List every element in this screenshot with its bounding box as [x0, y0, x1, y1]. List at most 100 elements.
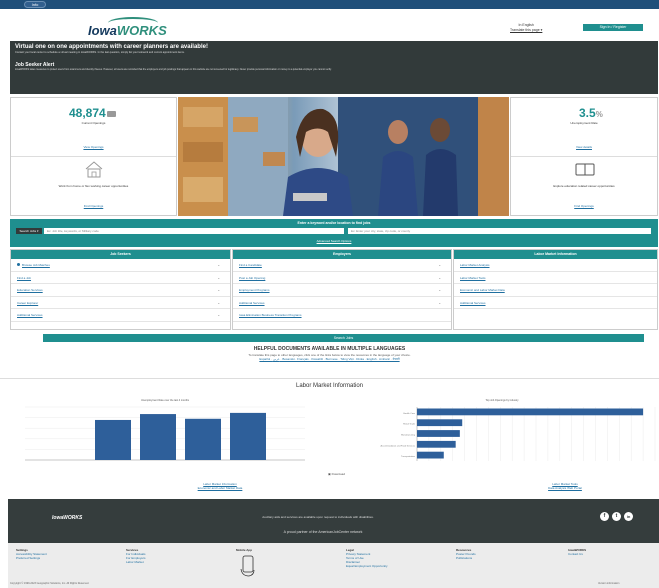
- column-link[interactable]: Find a Job ⌄: [11, 272, 230, 284]
- house-icon: [84, 161, 104, 178]
- chevron-down-icon: ⌄: [217, 275, 220, 280]
- chart-bar: [185, 418, 221, 460]
- category-label: Accommodation and Food Services: [380, 444, 415, 447]
- column-link[interactable]: Economic and Labor Market Data: [454, 284, 657, 297]
- language-links[interactable]: Español · عربي · Bosanski · Français · K…: [0, 357, 659, 362]
- unemployment-details-link[interactable]: View details: [511, 145, 657, 149]
- labor-market-column: Labor Market Information Labor Market An…: [453, 249, 658, 330]
- category-label: Manufacturing: [401, 434, 416, 437]
- helpful-documents-section: HELPFUL DOCUMENTS AVAILABLE IN MULTIPLE …: [0, 346, 659, 362]
- download-link[interactable]: ▣ Download: [328, 472, 345, 476]
- footer-col-settings: Settings Accessibility Statement Preferr…: [16, 548, 47, 560]
- chart-bar: [230, 412, 266, 460]
- column-link[interactable]: Additional Services ⌄: [233, 297, 451, 309]
- column-link[interactable]: Education Services ⌄: [11, 284, 230, 297]
- footer-col-mobile: Mobile App: [236, 548, 256, 578]
- column-link[interactable]: Additional Services ⌄: [11, 309, 230, 322]
- chevron-down-icon: ⌄: [217, 263, 220, 267]
- column-link[interactable]: Browse Job Matches ⌄: [11, 259, 230, 272]
- lmi-title: Labor Market Information: [295, 383, 364, 389]
- search-title: Enter a keyword and/or location to find …: [297, 221, 371, 225]
- site-logo[interactable]: IowaWORKS: [88, 23, 167, 38]
- chart-title: Unemployment Rate over the last 4 months: [141, 399, 190, 402]
- employers-column: Employers Find a Candidate ⌄ Post a Job O…: [232, 249, 452, 330]
- divider: [11, 156, 176, 157]
- footer-logo[interactable]: IowaWORKS: [52, 515, 82, 521]
- category-label: Retail Trade: [403, 423, 416, 426]
- left-stats-panel: 48,874 Current Openings View Openings Wo…: [10, 97, 177, 216]
- footer-link[interactable]: Labor Market: [126, 560, 146, 564]
- chart1-links: Labor Market Information Economic and La…: [180, 482, 260, 490]
- category-label: Transportation: [401, 455, 416, 458]
- chevron-down-icon: ⌄: [217, 313, 220, 317]
- right-stats-panel: 3.5% Unemployment Rate View details Expl…: [510, 97, 658, 216]
- unemployment-chart: Unemployment Rate over the last 4 months: [25, 399, 305, 461]
- chevron-down-icon: ⌄: [438, 263, 441, 267]
- facebook-icon[interactable]: f: [600, 512, 609, 521]
- data-portal-link[interactable]: Data Analysis Web Portal: [525, 486, 605, 490]
- search-type-dropdown[interactable]: Search Jobs ▾: [16, 228, 42, 234]
- category-label: Health Care: [403, 412, 415, 415]
- version-info[interactable]: Version information: [598, 582, 619, 585]
- language-selector[interactable]: In English Translate this page ▾: [510, 23, 542, 33]
- translate-link[interactable]: Translate this page ▾: [510, 28, 542, 33]
- footer-accessibility-text: Auxiliary aids and services are availabl…: [262, 515, 374, 519]
- logo-text-iowa: Iowa: [88, 23, 117, 38]
- sub-footer: Settings Accessibility Statement Preferr…: [8, 543, 659, 588]
- radio-icon: [17, 263, 20, 266]
- chart-bar: [140, 414, 176, 460]
- linkedin-icon[interactable]: in: [624, 512, 633, 521]
- column-link[interactable]: Employment Programs ⌄: [233, 284, 451, 297]
- search-jobs-button[interactable]: Search Jobs: [43, 334, 644, 342]
- chart-bar: [417, 451, 444, 459]
- chart-title: Top Job Openings by Industry: [485, 399, 519, 402]
- work-from-home-text: Work from home or flex working career op…: [58, 184, 129, 188]
- column-link[interactable]: Find a Candidate ⌄: [233, 259, 451, 272]
- chart-bar: [417, 419, 463, 427]
- job-search-bar: Enter a keyword and/or location to find …: [10, 219, 658, 247]
- sign-in-button[interactable]: Sign In / Register: [583, 24, 643, 31]
- location-input[interactable]: Ex: Enter your city, state, zip code, or…: [348, 228, 651, 234]
- column-title: Job Seekers: [11, 250, 230, 259]
- alert-banner: Virtual one on one appointments with car…: [10, 41, 658, 94]
- education-openings-link[interactable]: Find Openings: [511, 204, 657, 208]
- chart-bar: [95, 419, 131, 460]
- percent-icon: %: [595, 110, 603, 119]
- footer-col-legal: Legal Privacy Statement Terms of Use Dis…: [346, 548, 388, 568]
- column-link[interactable]: Labor Market Analysis: [454, 259, 657, 272]
- view-openings-link[interactable]: View Openings: [11, 145, 176, 149]
- chevron-down-icon: ⌄: [438, 275, 441, 280]
- hand-phone-icon[interactable]: [240, 555, 256, 578]
- column-link[interactable]: Labor Market Tools: [454, 272, 657, 284]
- education-text: Explore education related career opportu…: [553, 184, 615, 188]
- chevron-down-icon: ⌄: [438, 288, 441, 292]
- footer: IowaWORKS Auxiliary aids and services ar…: [8, 499, 659, 543]
- chart-bar: [417, 430, 460, 437]
- column-link[interactable]: Post a Job Opening ⌄: [233, 272, 451, 284]
- column-link[interactable]: Additional Services: [454, 297, 657, 309]
- footer-link[interactable]: Publications: [456, 556, 476, 560]
- advanced-search-link[interactable]: Advanced Search Options: [10, 239, 658, 243]
- chevron-down-icon: ⌄: [438, 300, 441, 305]
- footer-link[interactable]: Contact Us: [568, 552, 586, 556]
- column-link[interactable]: Iowa Elimination Business Transition Pro…: [233, 309, 451, 322]
- column-link[interactable]: Career Explorer ⌄: [11, 297, 230, 309]
- footer-col-resources: Resources Poster Pounds Publications: [456, 548, 476, 560]
- find-openings-link[interactable]: Find Openings: [11, 204, 176, 208]
- twitter-icon[interactable]: t: [612, 512, 621, 521]
- economic-data-link[interactable]: Economic and Labor Market Data: [180, 486, 260, 490]
- keyword-input[interactable]: Ex: Job title, keywords, or Military cod…: [44, 228, 344, 234]
- industry-openings-chart: Top Job Openings by Industry Health Care R…: [380, 399, 656, 461]
- alert-text: Contact your local center to schedule a …: [15, 51, 185, 54]
- unemployment-label: Unemployment Rate: [570, 121, 598, 125]
- book-icon: [575, 162, 595, 177]
- footer-link[interactable]: Preferred Settings: [16, 556, 47, 560]
- job-seeker-alert-text: IowaWORKS takes measures to protect user…: [15, 68, 332, 71]
- chevron-down-icon: ⌄: [217, 300, 220, 305]
- divider: [0, 378, 659, 379]
- info-pill[interactable]: Info: [24, 1, 46, 8]
- divider: [511, 156, 657, 157]
- footer-link[interactable]: Equal Employment Opportunity: [346, 564, 388, 568]
- chart-bar: [417, 440, 456, 448]
- footer-partner-text: A proud partner of the AmericanJobCenter…: [283, 530, 363, 534]
